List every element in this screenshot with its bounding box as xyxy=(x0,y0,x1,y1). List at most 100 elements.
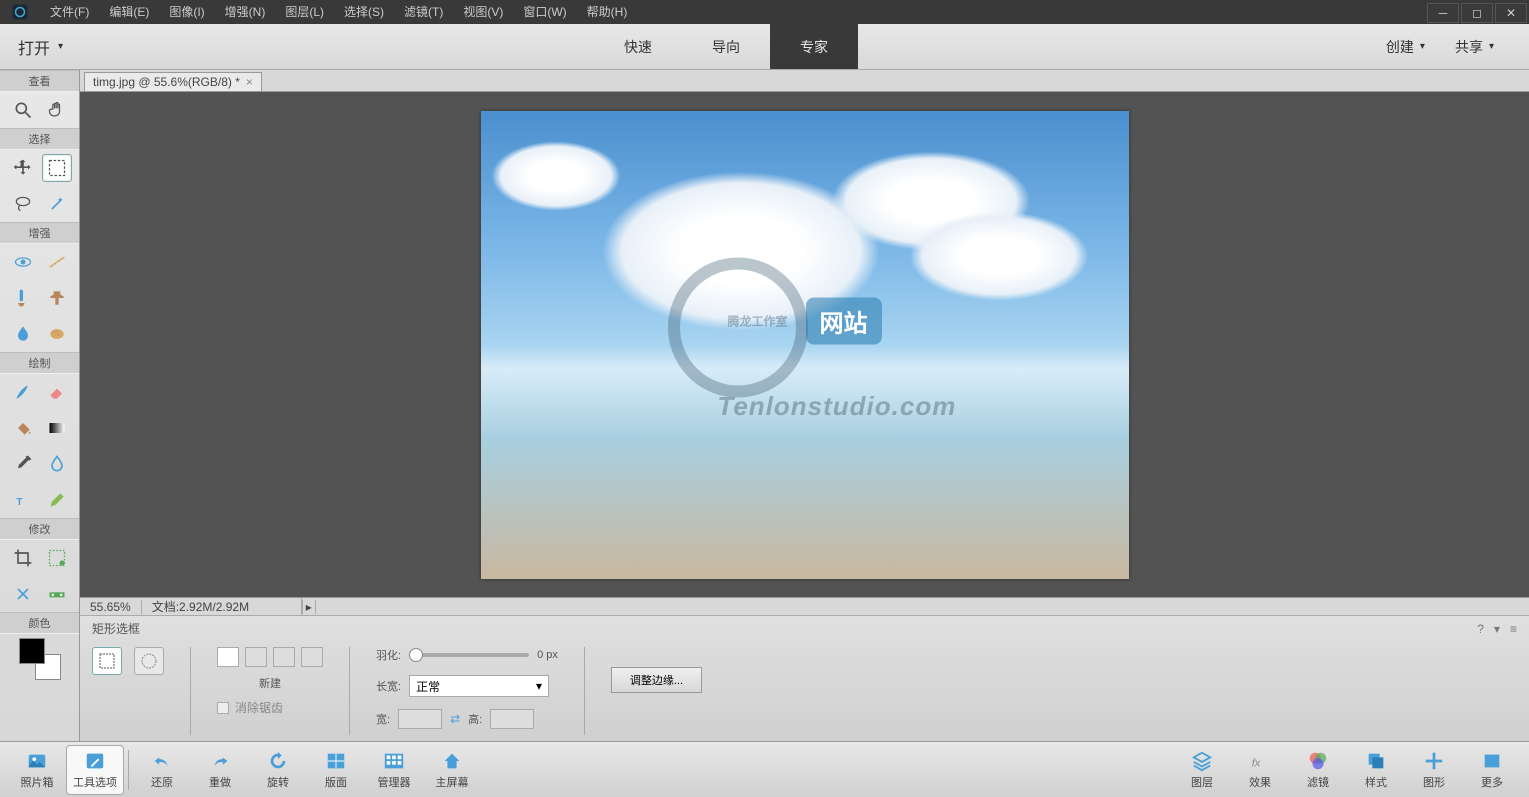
status-docinfo[interactable]: 文档:2.92M/2.92M xyxy=(142,598,302,615)
refine-edge-button[interactable]: 调整边缘... xyxy=(611,667,702,693)
section-modify: 修改 xyxy=(0,518,79,540)
width-input[interactable] xyxy=(398,709,442,729)
rotate-button[interactable]: 旋转 xyxy=(249,745,307,795)
feather-value: 0 px xyxy=(537,649,558,661)
menu-edit[interactable]: 编辑(E) xyxy=(99,0,159,24)
top-right-actions: 创建 共享 xyxy=(1371,24,1529,69)
close-button[interactable]: ✕ xyxy=(1495,3,1527,23)
main-area: 查看 选择 增强 绘制 xyxy=(0,70,1529,741)
menu-select[interactable]: 选择(S) xyxy=(334,0,394,24)
status-bar: 55.65% 文档:2.92M/2.92M ▸ xyxy=(80,597,1529,615)
mode-tab-guided[interactable]: 导向 xyxy=(682,24,770,69)
canvas-column: timg.jpg @ 55.6%(RGB/8) * × 腾龙工作室 网站 Ten… xyxy=(80,70,1529,741)
straighten-tool-2[interactable] xyxy=(42,580,72,608)
menu-filter[interactable]: 滤镜(T) xyxy=(394,0,453,24)
document-tab-title: timg.jpg @ 55.6%(RGB/8) * xyxy=(93,75,240,89)
shapes-button[interactable]: 图形 xyxy=(1405,745,1463,795)
recompose-tool[interactable] xyxy=(42,544,72,572)
spot-heal-tool[interactable] xyxy=(8,284,38,312)
sponge-tool[interactable] xyxy=(42,320,72,348)
swap-wh-icon[interactable]: ⇄ xyxy=(450,712,460,726)
titlebar: 文件(F) 编辑(E) 图像(I) 增强(N) 图层(L) 选择(S) 滤镜(T… xyxy=(0,0,1529,24)
redeye-tool[interactable] xyxy=(8,248,38,276)
layers-button[interactable]: 图层 xyxy=(1173,745,1231,795)
organizer-button[interactable]: 管理器 xyxy=(365,745,423,795)
color-swatches[interactable] xyxy=(19,638,61,680)
bottom-bar: 照片箱 工具选项 还原 重做 旋转 版面 管理器 主屏幕 图层 fx 效果 滤镜 xyxy=(0,741,1529,797)
watermark: 腾龙工作室 网站 xyxy=(727,298,881,345)
menu-file[interactable]: 文件(F) xyxy=(40,0,99,24)
aspect-label: 长宽: xyxy=(376,678,401,694)
new-label: 新建 xyxy=(217,675,323,691)
selection-add-button[interactable] xyxy=(245,647,267,667)
status-zoom[interactable]: 55.65% xyxy=(80,600,142,614)
undo-button[interactable]: 还原 xyxy=(133,745,191,795)
close-tab-icon[interactable]: × xyxy=(246,75,253,89)
tool-options-panel: 矩形选框 ? ▾ ≡ xyxy=(80,615,1529,741)
hand-tool[interactable] xyxy=(42,96,72,124)
selection-intersect-button[interactable] xyxy=(301,647,323,667)
paint-bucket-tool[interactable] xyxy=(8,414,38,442)
panel-menu-icon[interactable]: ≡ xyxy=(1510,622,1517,636)
selection-new-button[interactable] xyxy=(217,647,239,667)
clone-stamp-tool[interactable] xyxy=(42,284,72,312)
section-select: 选择 xyxy=(0,128,79,150)
feather-slider[interactable] xyxy=(409,653,529,657)
pencil-tool[interactable] xyxy=(42,486,72,514)
eyedropper-tool[interactable] xyxy=(8,450,38,478)
marquee-tool[interactable] xyxy=(42,154,72,182)
menu-window[interactable]: 窗口(W) xyxy=(513,0,576,24)
redo-button[interactable]: 重做 xyxy=(191,745,249,795)
height-input[interactable] xyxy=(490,709,534,729)
svg-text:fx: fx xyxy=(1252,757,1261,769)
document-tab[interactable]: timg.jpg @ 55.6%(RGB/8) * × xyxy=(84,72,262,91)
tooloptions-button[interactable]: 工具选项 xyxy=(66,745,124,795)
move-tool[interactable] xyxy=(8,154,38,182)
create-dropdown[interactable]: 创建 xyxy=(1371,37,1440,57)
selection-subtract-button[interactable] xyxy=(273,647,295,667)
styles-button[interactable]: 样式 xyxy=(1347,745,1405,795)
menu-enhance[interactable]: 增强(N) xyxy=(215,0,276,24)
eraser-tool[interactable] xyxy=(42,378,72,406)
photobin-button[interactable]: 照片箱 xyxy=(8,745,66,795)
layout-button[interactable]: 版面 xyxy=(307,745,365,795)
mode-tab-expert[interactable]: 专家 xyxy=(770,24,858,69)
minimize-button[interactable]: ─ xyxy=(1427,3,1459,23)
help-icon[interactable]: ? xyxy=(1477,622,1484,636)
menu-layer[interactable]: 图层(L) xyxy=(275,0,334,24)
crop-tool[interactable] xyxy=(8,544,38,572)
window-controls: ─ ◻ ✕ xyxy=(1427,1,1529,23)
maximize-button[interactable]: ◻ xyxy=(1461,3,1493,23)
more-button[interactable]: 更多 xyxy=(1463,745,1521,795)
content-aware-move-tool[interactable] xyxy=(8,580,38,608)
shape-tool[interactable] xyxy=(42,450,72,478)
straighten-tool[interactable] xyxy=(42,248,72,276)
foreground-color[interactable] xyxy=(19,638,45,664)
feather-label: 羽化: xyxy=(376,647,401,663)
status-arrow-icon[interactable]: ▸ xyxy=(302,600,316,614)
collapse-icon[interactable]: ▾ xyxy=(1494,622,1500,636)
aspect-select[interactable]: 正常▾ xyxy=(409,675,549,697)
menu-help[interactable]: 帮助(H) xyxy=(577,0,638,24)
open-dropdown[interactable]: 打开 xyxy=(0,24,81,69)
ellipse-marquee-button[interactable] xyxy=(134,647,164,675)
filters-button[interactable]: 滤镜 xyxy=(1289,745,1347,795)
gradient-tool[interactable] xyxy=(42,414,72,442)
effects-button[interactable]: fx 效果 xyxy=(1231,745,1289,795)
app-icon xyxy=(0,0,40,24)
brush-tool[interactable] xyxy=(8,378,38,406)
rect-marquee-button[interactable] xyxy=(92,647,122,675)
zoom-tool[interactable] xyxy=(8,96,38,124)
mode-tab-quick[interactable]: 快速 xyxy=(594,24,682,69)
mode-tabs: 快速 导向 专家 xyxy=(594,24,858,69)
blur-tool[interactable] xyxy=(8,320,38,348)
share-dropdown[interactable]: 共享 xyxy=(1440,37,1509,57)
antialias-checkbox[interactable] xyxy=(217,702,229,714)
home-button[interactable]: 主屏幕 xyxy=(423,745,481,795)
menu-image[interactable]: 图像(I) xyxy=(159,0,214,24)
menu-view[interactable]: 视图(V) xyxy=(453,0,513,24)
canvas-area[interactable]: 腾龙工作室 网站 Tenlonstudio.com xyxy=(80,92,1529,597)
lasso-tool[interactable] xyxy=(8,190,38,218)
text-tool[interactable]: T xyxy=(8,486,38,514)
magic-wand-tool[interactable] xyxy=(42,190,72,218)
